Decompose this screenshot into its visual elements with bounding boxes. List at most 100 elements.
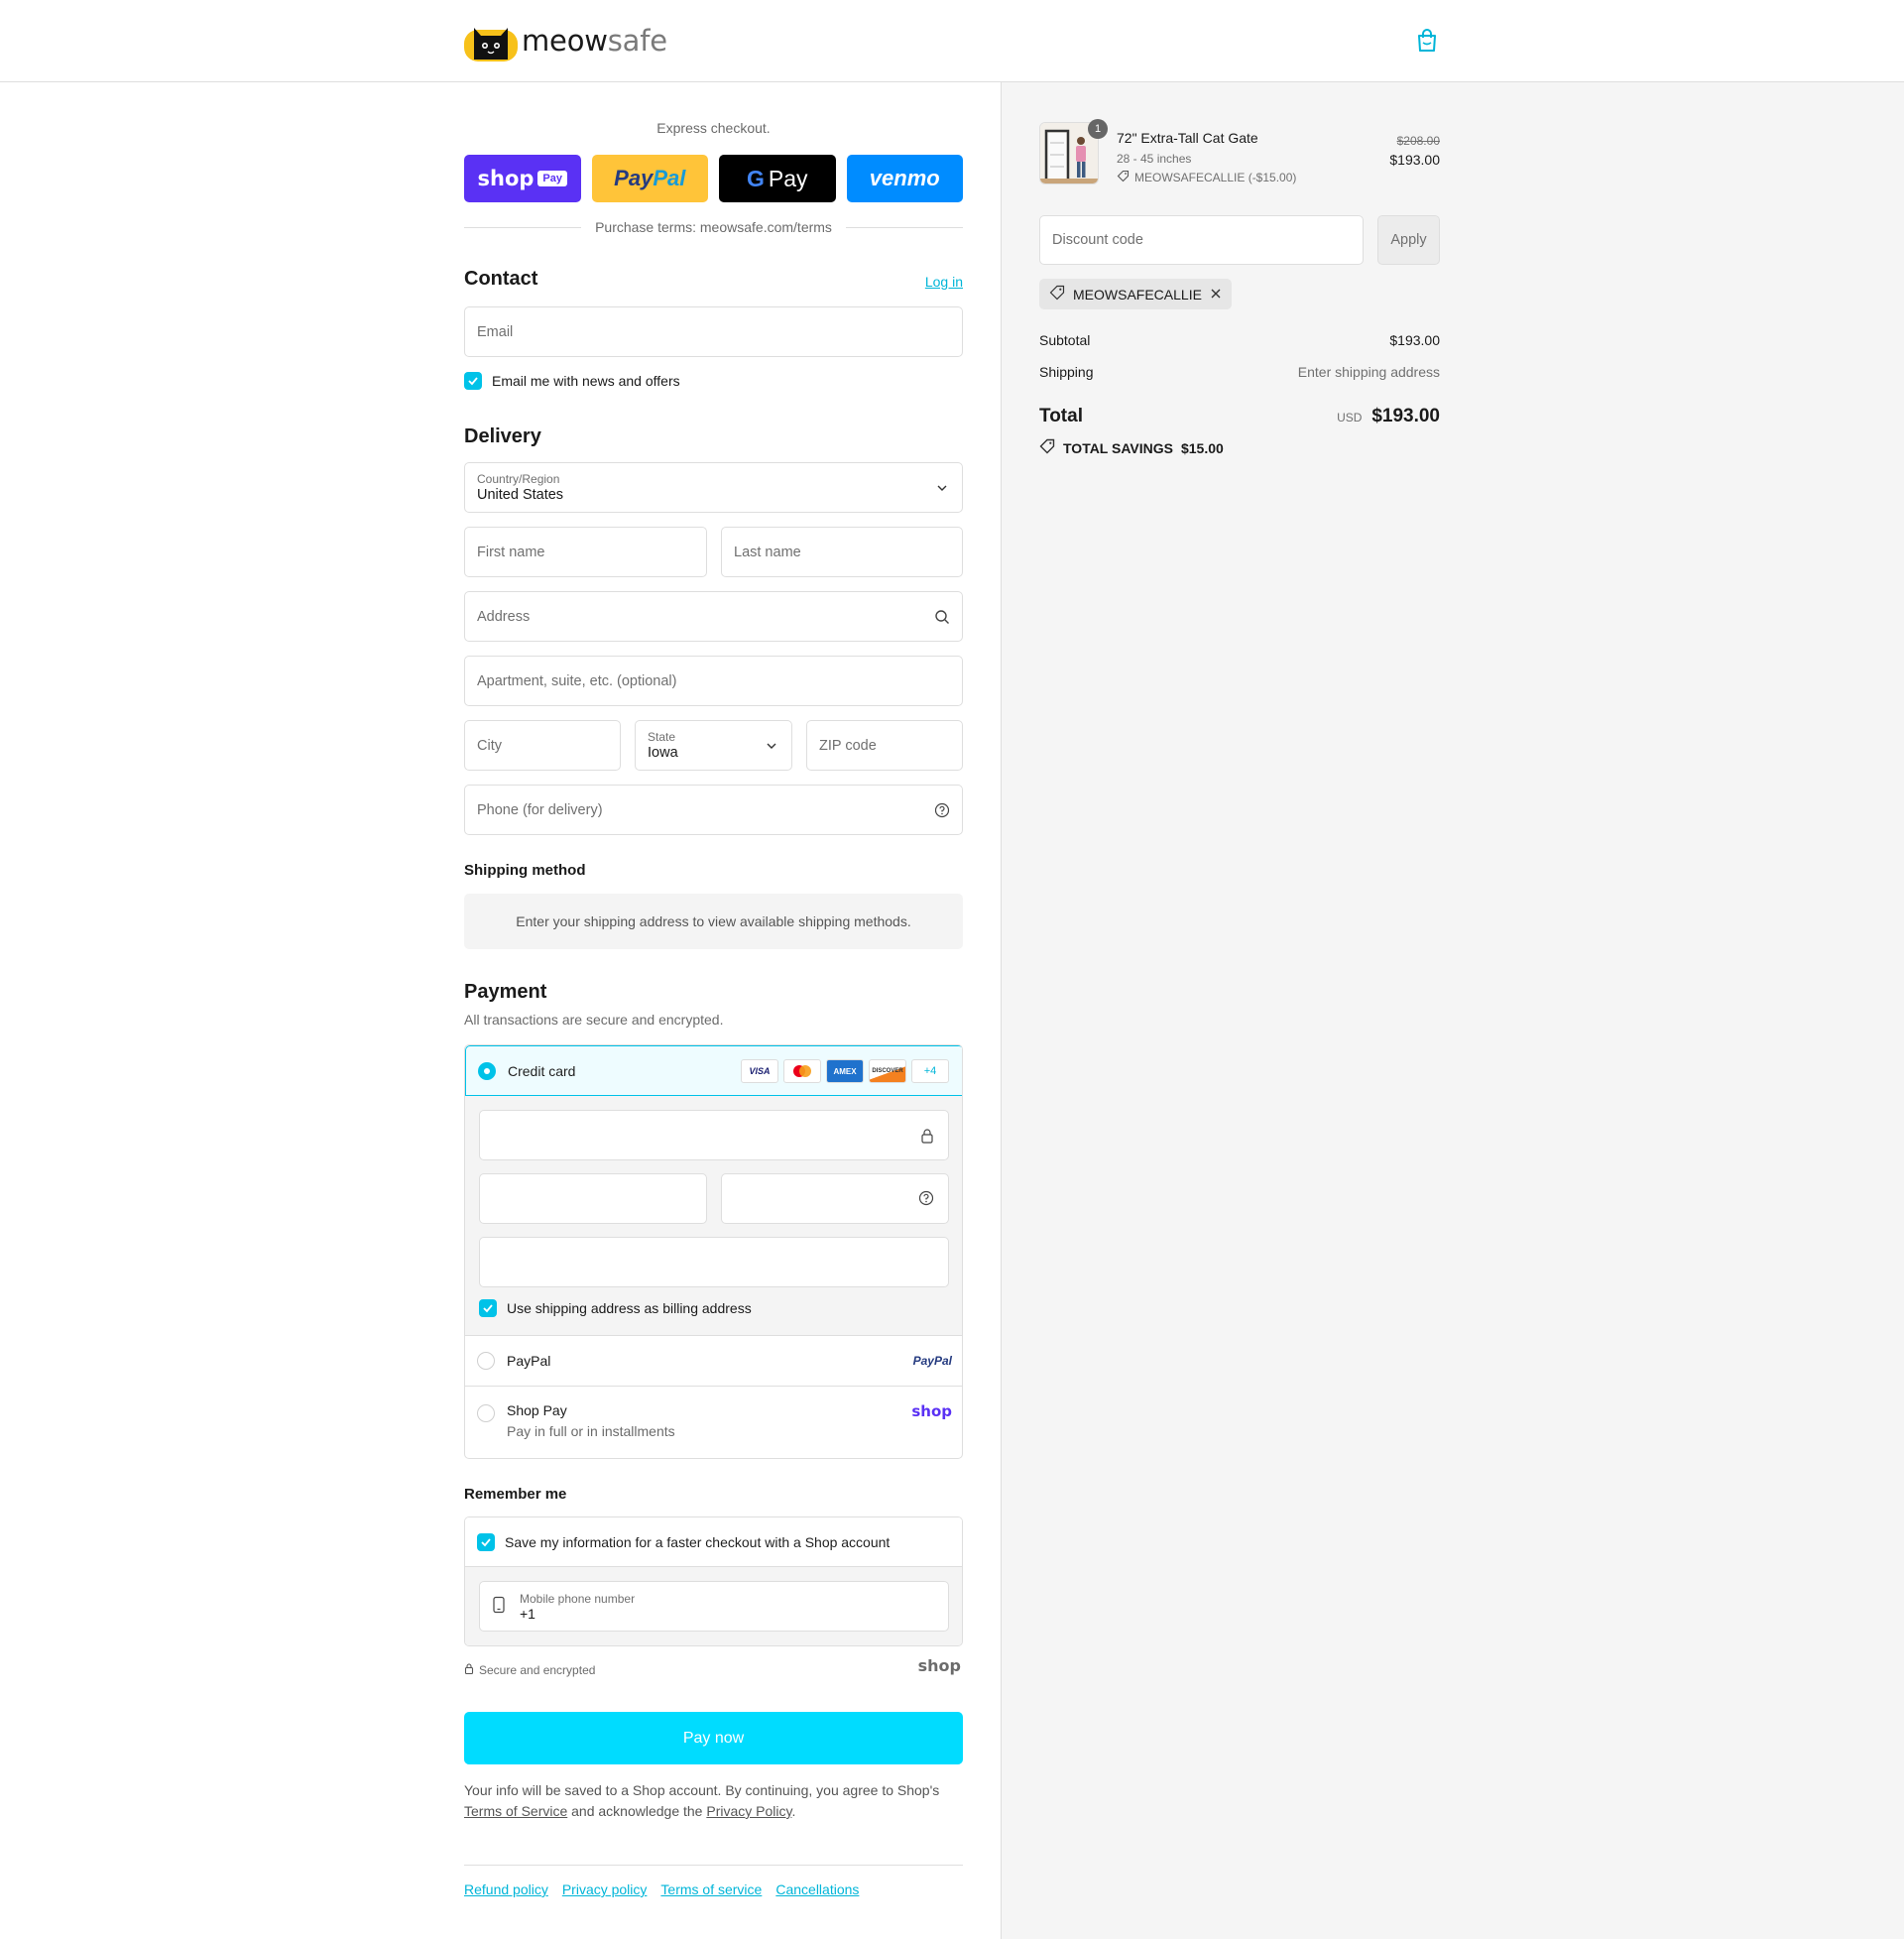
product-discount-text: MEOWSAFECALLIE (-$15.00) [1134,171,1297,184]
paypal-radio[interactable] [477,1352,495,1370]
legal-text-1: Your info will be saved to a Shop accoun… [464,1782,940,1798]
brand-name-part2: safe [607,24,667,58]
billing-address-label: Use shipping address as billing address [507,1300,752,1316]
tag-icon [1039,438,1055,457]
first-name-field[interactable]: First name [464,527,707,577]
remember-me-block: Save my information for a faster checkou… [464,1516,963,1646]
save-info-label: Save my information for a faster checkou… [505,1533,891,1550]
shop-pay-radio[interactable] [477,1404,495,1422]
apply-discount-button[interactable]: Apply [1377,215,1440,265]
zip-field[interactable]: ZIP code [806,720,963,771]
apartment-field[interactable]: Apartment, suite, etc. (optional) [464,656,963,706]
purchase-terms-text: Purchase terms: meowsafe.com/terms [595,219,832,235]
terms-of-service-footer-link[interactable]: Terms of service [660,1881,762,1897]
shop-logo: shop [911,1402,952,1420]
quantity-badge: 1 [1088,119,1108,139]
google-pay-button[interactable]: G Pay [719,155,836,202]
search-icon[interactable] [934,609,950,625]
divider [464,226,582,228]
cancellations-link[interactable]: Cancellations [775,1881,859,1897]
pay-now-button[interactable]: Pay now [464,1712,963,1764]
legal-notice: Your info will be saved to a Shop accoun… [464,1780,963,1822]
state-label: State [648,729,676,744]
paypal-option[interactable]: PayPal PayPal [465,1336,962,1387]
site-header: meowsafe [0,0,1904,82]
last-name-field[interactable]: Last name [721,527,963,577]
mobile-phone-field[interactable]: Mobile phone number +1 [479,1581,949,1632]
remember-phone-section: Mobile phone number +1 [465,1567,962,1645]
secure-encrypted-note: Secure and encrypted [464,1663,595,1677]
legal-text-3: . [791,1803,796,1819]
discount-code-input[interactable]: Discount code [1039,215,1364,265]
total-savings-label: TOTAL SAVINGS [1063,439,1173,456]
shipping-value: Enter shipping address [1297,364,1440,380]
subtotal-value: $193.00 [1389,332,1440,348]
save-info-checkbox[interactable] [477,1532,495,1551]
lock-icon [464,1663,474,1677]
privacy-policy-footer-link[interactable]: Privacy policy [562,1881,648,1897]
subtotal-label: Subtotal [1039,332,1091,348]
refund-policy-link[interactable]: Refund policy [464,1881,548,1897]
newsletter-checkbox[interactable] [464,372,482,390]
shop-pay-option[interactable]: Shop Pay Pay in full or in installments … [465,1387,962,1458]
shopping-bag-icon[interactable] [1416,29,1438,53]
chevron-down-icon [934,480,950,496]
address-field[interactable]: Address [464,591,963,642]
credit-card-label: Credit card [508,1062,576,1079]
divider [845,226,964,228]
total-savings-value: $15.00 [1180,439,1224,456]
city-field[interactable]: City [464,720,621,771]
help-circle-icon[interactable] [934,802,950,818]
subtotal-row: Subtotal $193.00 [1039,332,1440,348]
applied-discount-tag: MEOWSAFECALLIE [1039,279,1232,309]
mobile-phone-label: Mobile phone number [520,1591,636,1606]
expiration-date-field[interactable] [479,1173,707,1224]
country-label: Country/Region [477,471,560,486]
shipping-method-heading: Shipping method [464,862,586,879]
phone-placeholder: Phone (for delivery) [477,801,603,818]
total-value: $193.00 [1371,406,1440,426]
brand-name-part1: meow [522,24,608,58]
shop-pay-button[interactable]: shop Pay [464,155,581,202]
product-name: 72" Extra-Tall Cat Gate [1117,130,1258,146]
venmo-button[interactable]: venmo [846,155,963,202]
billing-address-checkbox[interactable] [479,1299,497,1317]
brand-name: meowsafe [522,24,667,58]
privacy-policy-link[interactable]: Privacy Policy [706,1803,791,1819]
state-select[interactable]: State Iowa [635,720,792,771]
card-brands: VISA AMEX DISCOVER +4 [741,1059,949,1083]
purchase-terms: Purchase terms: meowsafe.com/terms [464,219,964,235]
paypal-logo: PayPal [912,1354,952,1368]
paypal-button[interactable]: PayPal [591,155,708,202]
remove-discount-icon[interactable] [1210,287,1222,303]
shipping-row: Shipping Enter shipping address [1039,364,1440,380]
email-field[interactable]: Email [464,306,963,357]
product-variant: 28 - 45 inches [1117,152,1192,166]
name-on-card-field[interactable] [479,1237,949,1287]
cat-logo-icon [464,20,518,61]
tag-icon [1049,285,1065,303]
visa-icon: VISA [741,1059,778,1083]
country-select[interactable]: Country/Region United States [464,462,963,513]
card-number-field[interactable] [479,1110,949,1160]
terms-of-service-link[interactable]: Terms of Service [464,1803,567,1819]
paypal-label: PayPal [507,1353,551,1369]
billing-address-checkbox-row[interactable]: Use shipping address as billing address [479,1299,752,1317]
credit-card-option[interactable]: Credit card VISA AMEX DISCOVER +4 [465,1045,962,1096]
security-code-field[interactable] [721,1173,949,1224]
country-value: United States [477,486,564,503]
help-circle-icon[interactable] [918,1190,934,1210]
shipping-method-notice: Enter your shipping address to view avai… [464,894,963,949]
total-row: Total USD $193.00 [1039,406,1440,427]
mastercard-icon [783,1059,821,1083]
newsletter-checkbox-row[interactable]: Email me with news and offers [464,372,680,390]
login-link[interactable]: Log in [925,274,963,290]
delivery-heading: Delivery [464,425,541,447]
brand-logo[interactable]: meowsafe [464,20,667,61]
phone-field[interactable]: Phone (for delivery) [464,785,963,835]
shop-logo: shop [917,1656,961,1675]
credit-card-radio[interactable] [478,1061,496,1080]
footer-links: Refund policy Privacy policy Terms of se… [464,1865,963,1897]
save-info-row[interactable]: Save my information for a faster checkou… [465,1517,962,1567]
more-cards-badge[interactable]: +4 [911,1059,949,1083]
